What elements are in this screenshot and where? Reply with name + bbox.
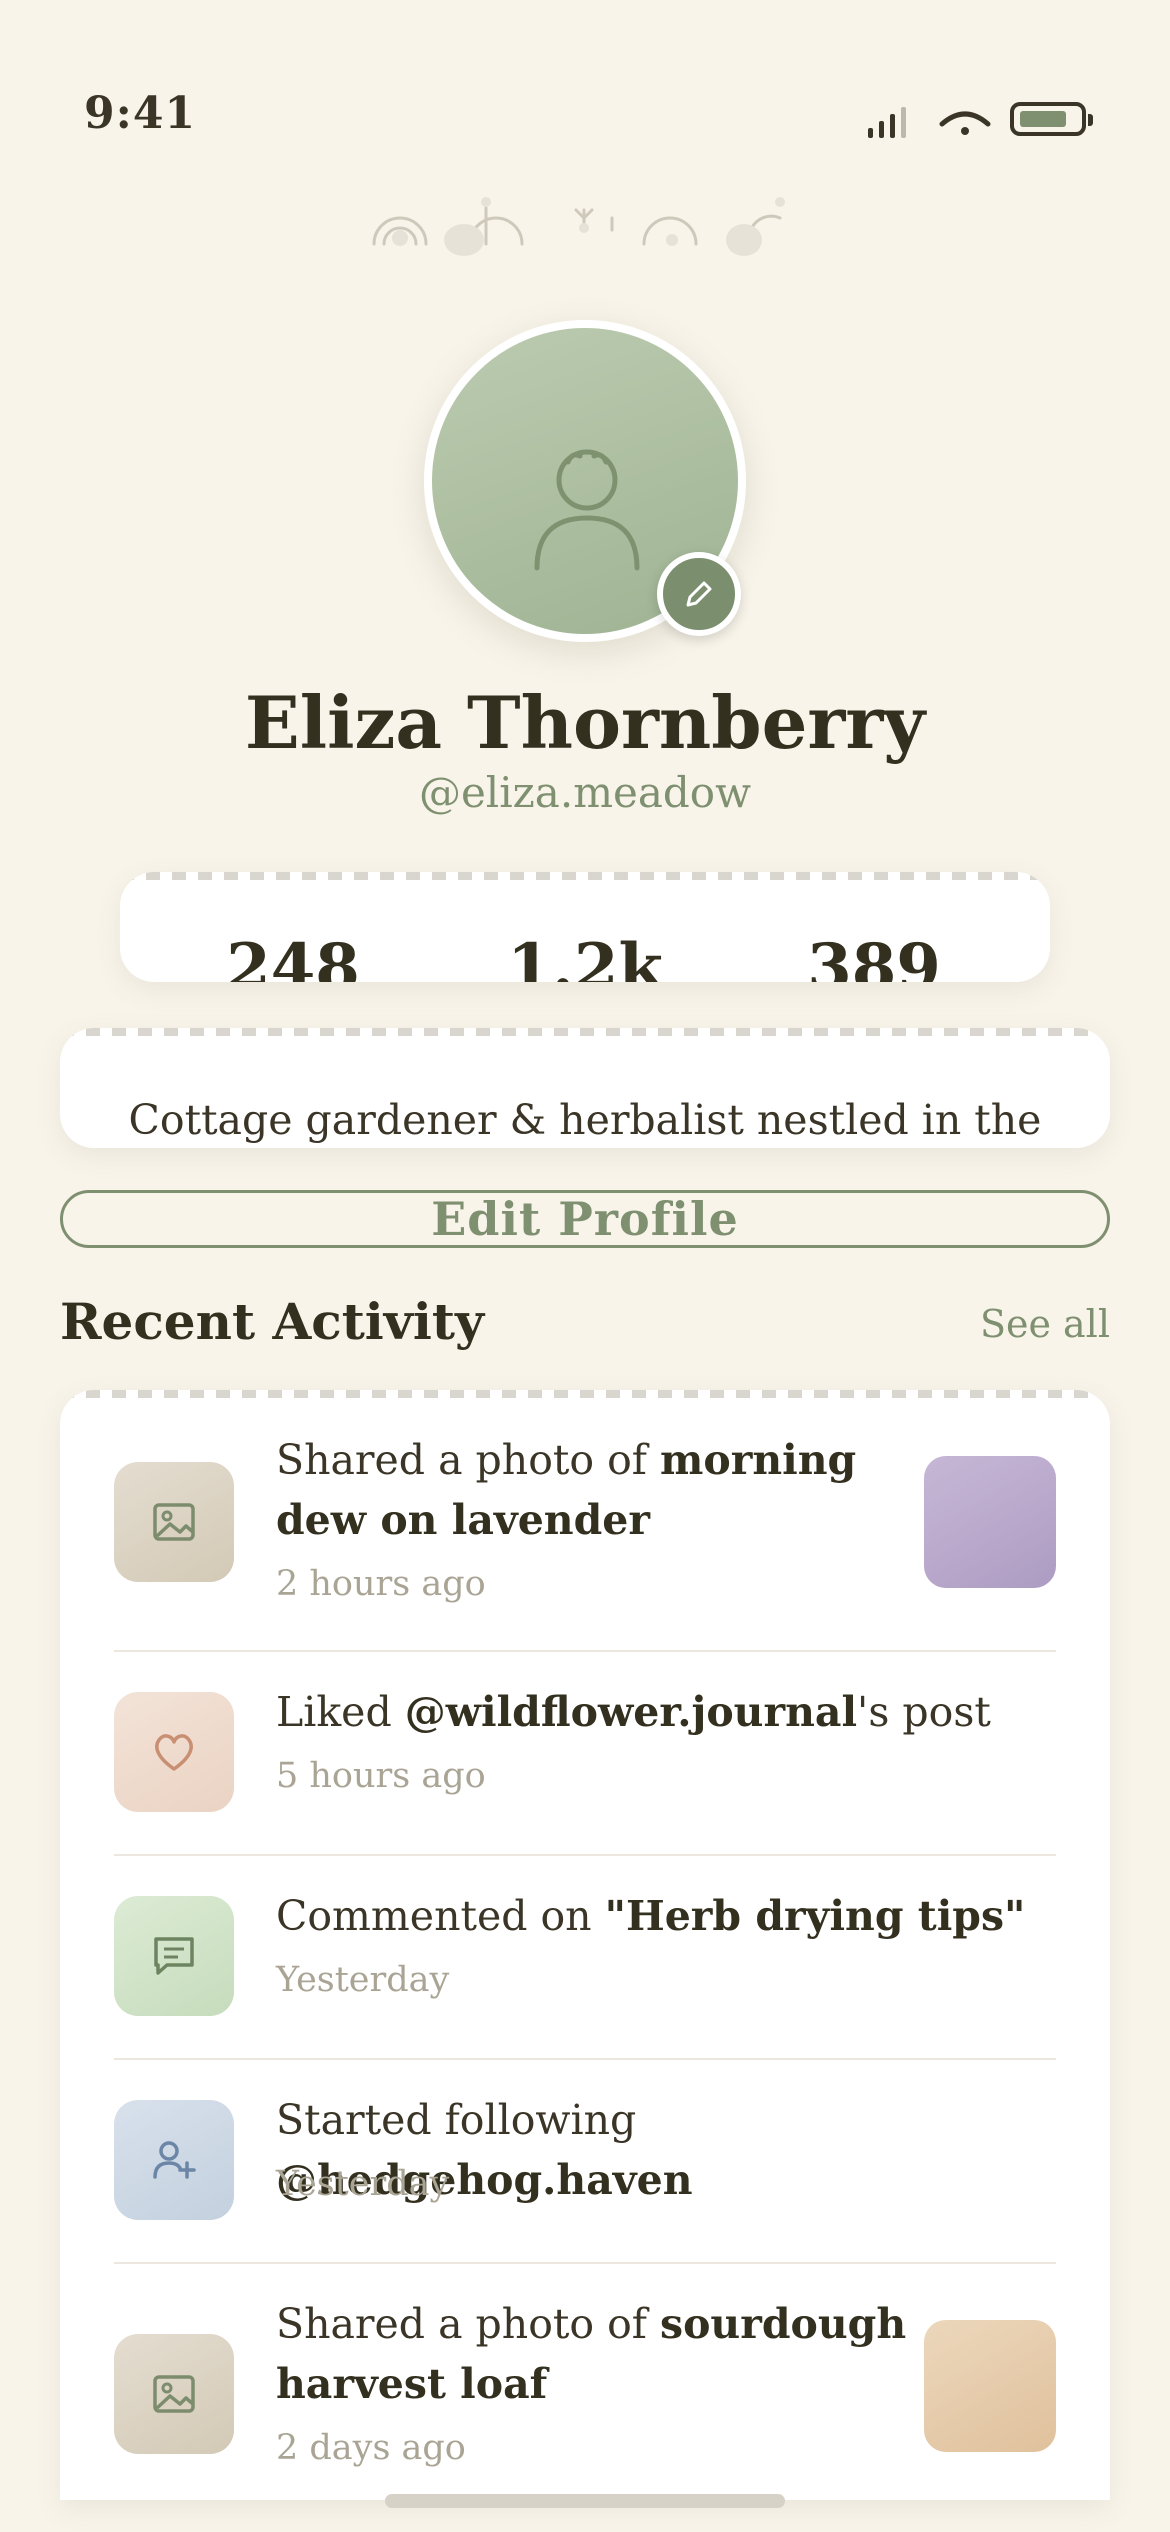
bio-text: Cottage gardener & herbalist nestled in …: [128, 1096, 1042, 1144]
user-icon: [534, 449, 640, 571]
photo-thumbnail[interactable]: [924, 1456, 1056, 1588]
section-title: Recent Activity: [60, 1292, 484, 1351]
activity-text: Liked: [276, 1688, 405, 1736]
image-icon: [114, 2334, 234, 2454]
activity-text: Shared a photo of: [276, 2300, 660, 2348]
activity-text: Started following: [276, 2096, 637, 2144]
stats-card: 248 1.2k 389: [120, 872, 1050, 982]
edit-profile-button[interactable]: Edit Profile: [60, 1190, 1110, 1248]
garden-doodle-icon: [372, 197, 785, 256]
activity-list: Shared a photo of morning dew on lavende…: [60, 1390, 1110, 2500]
activity-time: 2 days ago: [276, 2428, 466, 2468]
activity-time: Yesterday: [276, 1960, 450, 2000]
activity-subject: morning: [659, 1436, 857, 1484]
photo-thumbnail[interactable]: [924, 2320, 1056, 2452]
list-item[interactable]: Started following @hedgehog.haven Yester…: [114, 2060, 1056, 2262]
wifi-icon: [939, 111, 991, 135]
stitched-edge: [120, 872, 1050, 880]
stat-posts[interactable]: 248: [173, 930, 413, 982]
see-all-link[interactable]: See all: [960, 1302, 1110, 1346]
stat-following[interactable]: 389: [754, 930, 994, 982]
activity-text: Shared a photo of: [276, 1436, 660, 1484]
stitched-edge: [60, 1028, 1110, 1036]
activity-time: 5 hours ago: [276, 1756, 486, 1796]
edit-avatar-button[interactable]: [657, 552, 741, 636]
signal-icon: [868, 104, 918, 138]
home-indicator[interactable]: [385, 2494, 785, 2508]
image-icon: [114, 1462, 234, 1582]
activity-subject[interactable]: @wildflower.journal: [405, 1688, 857, 1736]
profile-name: Eliza Thornberry: [244, 680, 926, 765]
list-item[interactable]: Shared a photo of morning dew on lavende…: [114, 1390, 1056, 1650]
status-time: 9:41: [84, 88, 197, 139]
activity-subject[interactable]: "Herb drying tips": [605, 1892, 1026, 1940]
activity-subject-cont: harvest loaf: [276, 2360, 548, 2408]
activity-subject: sourdough: [659, 2300, 907, 2348]
heart-icon: [114, 1692, 234, 1812]
activity-time: Yesterday: [276, 2164, 450, 2204]
list-item[interactable]: Shared a photo of sourdough harvest loaf…: [114, 2264, 1056, 2500]
activity-time: 2 hours ago: [276, 1564, 486, 1604]
user-plus-icon: [114, 2100, 234, 2220]
stat-followers[interactable]: 1.2k: [465, 930, 705, 982]
bio-card: Cottage gardener & herbalist nestled in …: [60, 1028, 1110, 1148]
activity-text: Commented on: [276, 1892, 605, 1940]
comment-icon: [114, 1896, 234, 2016]
list-item[interactable]: Commented on "Herb drying tips" Yesterda…: [114, 1856, 1056, 2058]
profile-handle: @eliza.meadow: [418, 768, 752, 817]
list-item[interactable]: Liked @wildflower.journal's post 5 hours…: [114, 1652, 1056, 1854]
battery-icon: [1010, 102, 1093, 136]
pencil-icon: [686, 581, 712, 607]
activity-subject-cont: dew on lavender: [276, 1496, 650, 1544]
activity-text-suffix: 's post: [857, 1688, 991, 1736]
